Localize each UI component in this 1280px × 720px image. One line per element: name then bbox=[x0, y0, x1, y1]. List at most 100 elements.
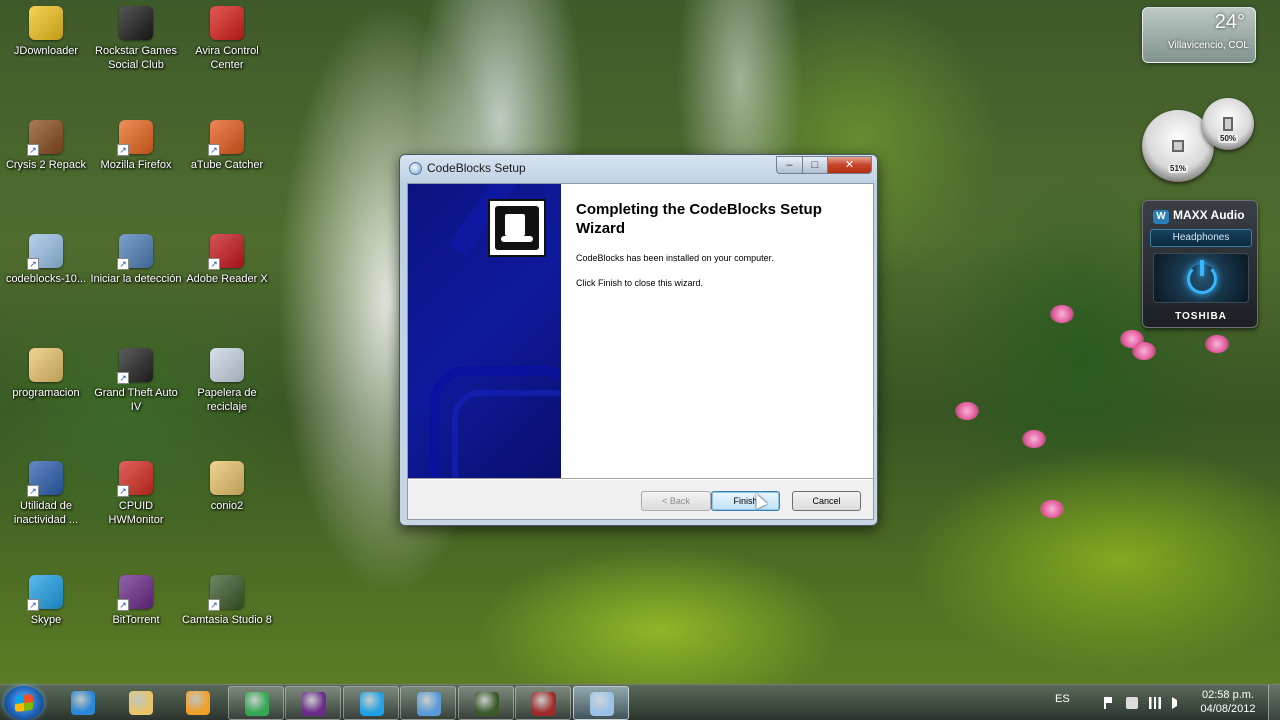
hwmonitor-icon: ↗ bbox=[117, 461, 153, 497]
shortcut-arrow-icon: ↗ bbox=[27, 599, 39, 611]
desktop-icon-label: aTube Catcher bbox=[190, 159, 264, 171]
back-button[interactable]: < Back bbox=[641, 491, 711, 511]
chrome-icon bbox=[244, 692, 269, 716]
desktop-icon-label: Rockstar Games Social Club bbox=[95, 45, 177, 71]
taskbar-button-media-player[interactable] bbox=[170, 686, 226, 720]
action-center-flag-icon[interactable] bbox=[1104, 697, 1112, 709]
codeblocks-logo-icon bbox=[488, 199, 546, 257]
maxx-audio-gadget[interactable]: W MAXX Audio Headphones TOSHIBA bbox=[1142, 200, 1258, 328]
memory-meter-gadget[interactable]: 50% bbox=[1202, 98, 1254, 150]
desktop-icon-rockstar[interactable]: Rockstar Games Social Club bbox=[90, 6, 182, 72]
clock-date: 04/08/2012 bbox=[1200, 703, 1256, 715]
desktop-icon-sleep-utility[interactable]: ↗ Utilidad de inactividad ... bbox=[0, 461, 92, 527]
desktop-icon-label: BitTorrent bbox=[112, 614, 160, 626]
taskbar: ES 02:58 p.m. 04/08/2012 bbox=[0, 684, 1280, 720]
desktop-icon-label: Adobe Reader X bbox=[186, 273, 268, 285]
system-clock[interactable]: 02:58 p.m. 04/08/2012 bbox=[1196, 688, 1260, 716]
camtasia-icon bbox=[474, 692, 499, 716]
flower-decoration bbox=[1040, 500, 1064, 518]
desktop-icon-folder[interactable]: conio2 bbox=[181, 461, 273, 513]
power-button[interactable] bbox=[1153, 253, 1249, 303]
desktop-icon-skype[interactable]: ↗ Skype bbox=[0, 575, 92, 627]
taskbar-button-camtasia-recorder[interactable] bbox=[515, 686, 571, 720]
language-indicator[interactable]: ES bbox=[1055, 693, 1070, 720]
taskbar-button-camtasia[interactable] bbox=[457, 686, 514, 720]
desktop-icon-jdownloader[interactable]: JDownloader bbox=[0, 6, 92, 58]
desktop-icon-crysis[interactable]: ↗ Crysis 2 Repack bbox=[0, 120, 92, 172]
windows-logo-icon bbox=[15, 694, 33, 712]
memory-usage-value: 50% bbox=[1217, 134, 1239, 143]
firefox-icon: ↗ bbox=[117, 120, 153, 156]
skype-icon: ↗ bbox=[27, 575, 63, 611]
taskbar-button-messenger[interactable] bbox=[400, 686, 456, 720]
shortcut-arrow-icon: ↗ bbox=[117, 599, 129, 611]
bittorrent-icon bbox=[302, 692, 326, 716]
desktop-icon-firefox[interactable]: ↗ Mozilla Firefox bbox=[90, 120, 182, 172]
desktop-icon-camtasia[interactable]: ↗ Camtasia Studio 8 bbox=[181, 575, 273, 627]
banner-frame-inner bbox=[452, 390, 561, 478]
network-signal-icon[interactable] bbox=[1149, 697, 1161, 709]
windows-explorer-icon bbox=[128, 691, 153, 715]
wizard-body: Completing the CodeBlocks Setup Wizard C… bbox=[407, 183, 874, 520]
setup-window[interactable]: CodeBlocks Setup – □ ✕ Completing the Co… bbox=[399, 154, 878, 526]
desktop-icon-bittorrent[interactable]: ↗ BitTorrent bbox=[90, 575, 182, 627]
desktop-icon-gta[interactable]: ↗ Grand Theft Auto IV bbox=[90, 348, 182, 414]
finish-button[interactable]: Finish bbox=[711, 491, 780, 511]
start-button[interactable] bbox=[4, 686, 44, 720]
toshiba-logo: TOSHIBA bbox=[1175, 311, 1227, 322]
memory-icon bbox=[1223, 117, 1233, 131]
taskbar-button-codeblocks-setup[interactable] bbox=[572, 686, 629, 720]
desktop-icon-recycle-bin[interactable]: Papelera de reciclaje bbox=[181, 348, 273, 414]
folder-icon bbox=[210, 461, 244, 495]
button-separator bbox=[408, 478, 873, 480]
desktop-icon-installer[interactable]: ↗ codeblocks-10... bbox=[0, 234, 92, 286]
desktop-icon-avira[interactable]: Avira Control Center bbox=[181, 6, 273, 72]
desktop-icon-folder[interactable]: programacion bbox=[0, 348, 92, 400]
shortcut-arrow-icon: ↗ bbox=[208, 258, 220, 270]
desktop-icon-label: Iniciar la detección bbox=[90, 273, 182, 285]
window-title: CodeBlocks Setup bbox=[427, 161, 526, 175]
desktop-icon-label: Crysis 2 Repack bbox=[5, 159, 87, 171]
flower-decoration bbox=[1050, 305, 1074, 323]
weather-gadget[interactable]: 24° Villavicencio, COL bbox=[1142, 7, 1256, 63]
weather-location: Villavicencio, COL bbox=[1168, 40, 1249, 51]
adobe-reader-icon: ↗ bbox=[208, 234, 244, 270]
cancel-button[interactable]: Cancel bbox=[792, 491, 861, 511]
maximize-button[interactable]: □ bbox=[802, 156, 828, 174]
recycle-bin-icon bbox=[210, 348, 244, 382]
desktop-icon-label: Papelera de reciclaje bbox=[197, 387, 257, 413]
minimize-button[interactable]: – bbox=[776, 156, 803, 174]
waves-logo-icon: W bbox=[1153, 210, 1169, 224]
desktop-icon-hwmonitor[interactable]: ↗ CPUID HWMonitor bbox=[90, 461, 182, 527]
taskbar-button-chrome[interactable] bbox=[227, 686, 284, 720]
taskbar-button-internet-explorer[interactable] bbox=[55, 686, 111, 720]
taskbar-button-windows-explorer[interactable] bbox=[113, 686, 169, 720]
show-desktop-button[interactable] bbox=[1268, 685, 1280, 720]
installed-message: CodeBlocks has been installed on your co… bbox=[576, 253, 774, 263]
desktop-icon-atube[interactable]: ↗ aTube Catcher bbox=[181, 120, 273, 172]
taskbar-button-bittorrent[interactable] bbox=[285, 686, 341, 720]
messenger-icon bbox=[417, 692, 441, 716]
maxx-audio-title: MAXX Audio bbox=[1173, 208, 1245, 222]
shortcut-arrow-icon: ↗ bbox=[117, 144, 129, 156]
atube-icon: ↗ bbox=[208, 120, 244, 156]
volume-speaker-icon[interactable] bbox=[1172, 697, 1182, 709]
wizard-content: Completing the CodeBlocks Setup Wizard C… bbox=[561, 184, 873, 478]
desktop-icon-label: Avira Control Center bbox=[195, 45, 259, 71]
window-titlebar[interactable]: CodeBlocks Setup – □ ✕ bbox=[400, 155, 877, 181]
headphones-mode-button[interactable]: Headphones bbox=[1150, 229, 1252, 247]
taskbar-button-skype[interactable] bbox=[342, 686, 399, 720]
wizard-banner-image bbox=[408, 184, 561, 478]
desktop-icon-adobe-reader[interactable]: ↗ Adobe Reader X bbox=[181, 234, 273, 286]
power-plug-icon[interactable] bbox=[1126, 697, 1138, 709]
desktop-icon-label: Mozilla Firefox bbox=[100, 159, 172, 171]
clock-time: 02:58 p.m. bbox=[1202, 689, 1254, 701]
desktop-icon-label: Skype bbox=[30, 614, 62, 626]
desktop-icon-label: codeblocks-10... bbox=[5, 273, 87, 285]
desktop-icon-shield[interactable]: ↗ Iniciar la detección bbox=[90, 234, 182, 286]
bittorrent-icon: ↗ bbox=[117, 575, 153, 611]
flower-decoration bbox=[1022, 430, 1046, 448]
codeblocks-logo-glyph bbox=[495, 206, 539, 250]
close-button[interactable]: ✕ bbox=[827, 156, 872, 174]
folder-icon bbox=[29, 348, 63, 382]
